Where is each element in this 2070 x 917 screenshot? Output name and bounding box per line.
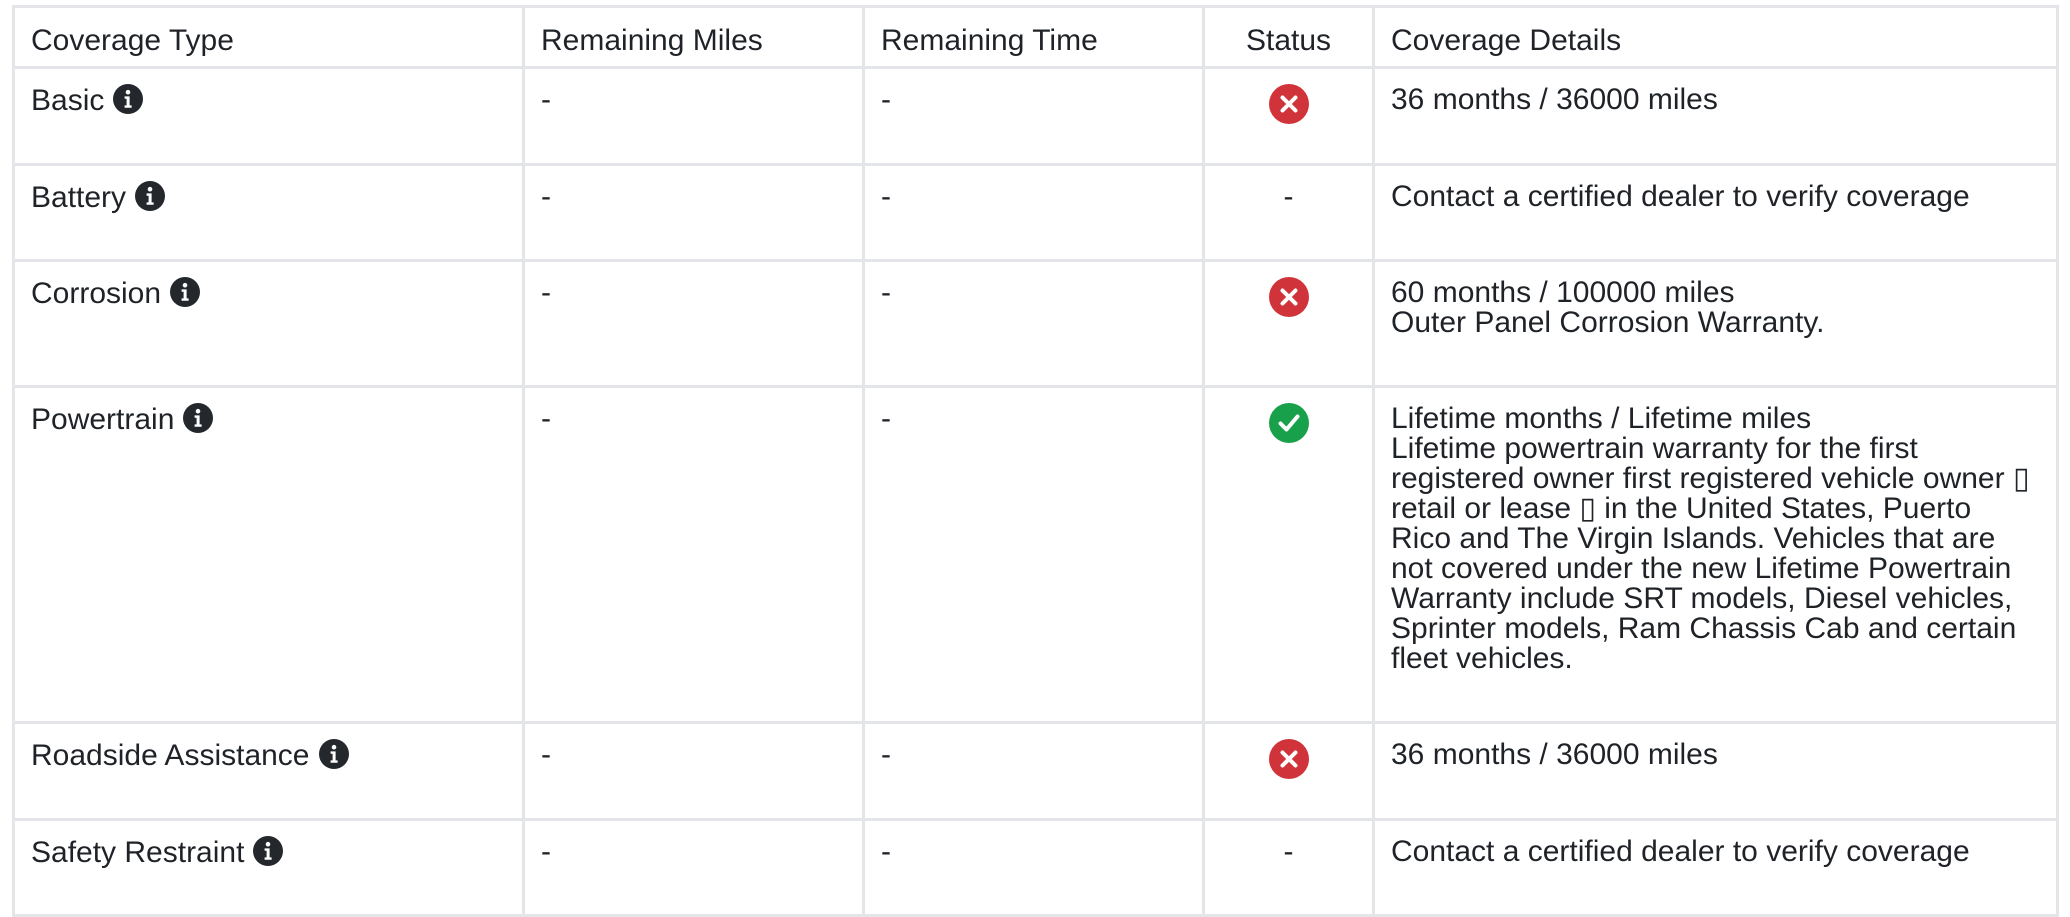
- coverage-details-cell: 36 months / 36000 miles: [1372, 721, 2059, 821]
- coverage-type-cell: Safety Restraint: [12, 818, 525, 917]
- remaining-miles-value: -: [541, 180, 551, 213]
- x-circle-icon: [1268, 276, 1310, 318]
- table-row: Powertrain - - Lifetime months / Lifetim…: [12, 385, 2059, 724]
- warranty-coverage-table-container: Coverage Type Remaining Miles Remaining …: [12, 5, 2059, 917]
- status-cell: [1202, 66, 1375, 166]
- remaining-miles-cell: -: [522, 818, 865, 917]
- coverage-type: Roadside Assistance: [31, 738, 350, 772]
- table-row: Roadside Assistance - - 36 months / 3600…: [12, 721, 2059, 821]
- coverage-details-cell: 60 months / 100000 miles Outer Panel Corr…: [1372, 259, 2059, 388]
- remaining-time-cell: -: [862, 818, 1205, 917]
- remaining-time-value: -: [881, 835, 891, 868]
- header-row: Coverage Type Remaining Miles Remaining …: [12, 5, 2059, 69]
- coverage-details-line: 60 months / 100000 miles: [1391, 276, 1735, 309]
- header-remaining-time: Remaining Time: [862, 5, 1205, 69]
- remaining-time-cell: -: [862, 385, 1205, 724]
- remaining-time-cell: -: [862, 721, 1205, 821]
- info-circle-icon[interactable]: [134, 180, 166, 212]
- status-value: -: [1283, 835, 1294, 868]
- remaining-miles-value: -: [541, 835, 551, 868]
- info-circle-icon[interactable]: [182, 402, 214, 434]
- status-cell: [1202, 259, 1375, 388]
- coverage-type-cell: Corrosion: [12, 259, 525, 388]
- remaining-miles-value: -: [541, 83, 551, 116]
- coverage-details-cell: Contact a certified dealer to verify cov…: [1372, 818, 2059, 917]
- coverage-details-line: 36 months / 36000 miles: [1391, 738, 1718, 771]
- remaining-miles-cell: -: [522, 259, 865, 388]
- remaining-time-value: -: [881, 738, 891, 771]
- coverage-type: Corrosion: [31, 276, 201, 310]
- status-cell: [1202, 385, 1375, 724]
- table-body: Basic - - 36 months / 36000 miles Batter…: [12, 66, 2059, 917]
- remaining-time-value: -: [881, 276, 891, 309]
- remaining-time-cell: -: [862, 163, 1205, 262]
- status-cell: [1202, 721, 1375, 821]
- coverage-details-cell: Lifetime months / Lifetime miles Lifetime…: [1372, 385, 2059, 724]
- header-status: Status: [1202, 5, 1375, 69]
- remaining-time-cell: -: [862, 259, 1205, 388]
- coverage-type-label: Corrosion: [31, 277, 162, 310]
- remaining-miles-cell: -: [522, 163, 865, 262]
- status-cell: -: [1202, 818, 1375, 917]
- coverage-details-line: Outer Panel Corrosion Warranty.: [1391, 306, 1825, 339]
- remaining-miles-value: -: [541, 276, 551, 309]
- remaining-time-value: -: [881, 83, 891, 116]
- status-value: -: [1283, 180, 1294, 213]
- remaining-miles-cell: -: [522, 385, 865, 724]
- status-cell: -: [1202, 163, 1375, 262]
- remaining-miles-value: -: [541, 402, 551, 435]
- warranty-coverage-table: Coverage Type Remaining Miles Remaining …: [12, 5, 2059, 917]
- table-row: Battery - - - Contact a certified dealer…: [12, 163, 2059, 262]
- remaining-time-value: -: [881, 180, 891, 213]
- remaining-miles-value: -: [541, 738, 551, 771]
- coverage-type-cell: Battery: [12, 163, 525, 262]
- coverage-details-line: Contact a certified dealer to verify cov…: [1391, 835, 1970, 868]
- remaining-miles-cell: -: [522, 721, 865, 821]
- x-circle-icon: [1268, 83, 1310, 125]
- coverage-type-cell: Roadside Assistance: [12, 721, 525, 821]
- coverage-details-line: Lifetime months / Lifetime miles: [1391, 402, 1812, 435]
- remaining-time-cell: -: [862, 66, 1205, 166]
- header-remaining-miles: Remaining Miles: [522, 5, 865, 69]
- coverage-type: Safety Restraint: [31, 835, 284, 869]
- coverage-type-cell: Powertrain: [12, 385, 525, 724]
- coverage-type-label: Roadside Assistance: [31, 739, 310, 772]
- coverage-type-label: Safety Restraint: [31, 836, 245, 869]
- header-coverage-details: Coverage Details: [1372, 5, 2059, 69]
- coverage-type-label: Battery: [31, 181, 127, 214]
- x-circle-icon: [1268, 738, 1310, 780]
- coverage-details-line: Contact a certified dealer to verify cov…: [1391, 180, 1970, 213]
- coverage-details-line: 36 months / 36000 miles: [1391, 83, 1718, 116]
- coverage-type-label: Powertrain: [31, 403, 175, 436]
- coverage-details-cell: Contact a certified dealer to verify cov…: [1372, 163, 2059, 262]
- header-coverage-type: Coverage Type: [12, 5, 525, 69]
- coverage-details-cell: 36 months / 36000 miles: [1372, 66, 2059, 166]
- coverage-type-label: Basic: [31, 84, 105, 117]
- coverage-type: Battery: [31, 180, 166, 214]
- table-header: Coverage Type Remaining Miles Remaining …: [12, 5, 2059, 69]
- remaining-miles-cell: -: [522, 66, 865, 166]
- table-row: Basic - - 36 months / 36000 miles: [12, 66, 2059, 166]
- check-circle-icon: [1268, 402, 1310, 444]
- coverage-type: Basic: [31, 83, 144, 117]
- coverage-details-line: Lifetime powertrain warranty for the fir…: [1391, 432, 2038, 675]
- info-circle-icon[interactable]: [169, 276, 201, 308]
- info-circle-icon[interactable]: [252, 835, 284, 867]
- remaining-time-value: -: [881, 402, 891, 435]
- coverage-type-cell: Basic: [12, 66, 525, 166]
- table-row: Corrosion - - 60 months / 100000 miles Ou…: [12, 259, 2059, 388]
- info-circle-icon[interactable]: [112, 83, 144, 115]
- info-circle-icon[interactable]: [318, 738, 350, 770]
- coverage-type: Powertrain: [31, 402, 214, 436]
- table-row: Safety Restraint - - - Contact a certifi…: [12, 818, 2059, 917]
